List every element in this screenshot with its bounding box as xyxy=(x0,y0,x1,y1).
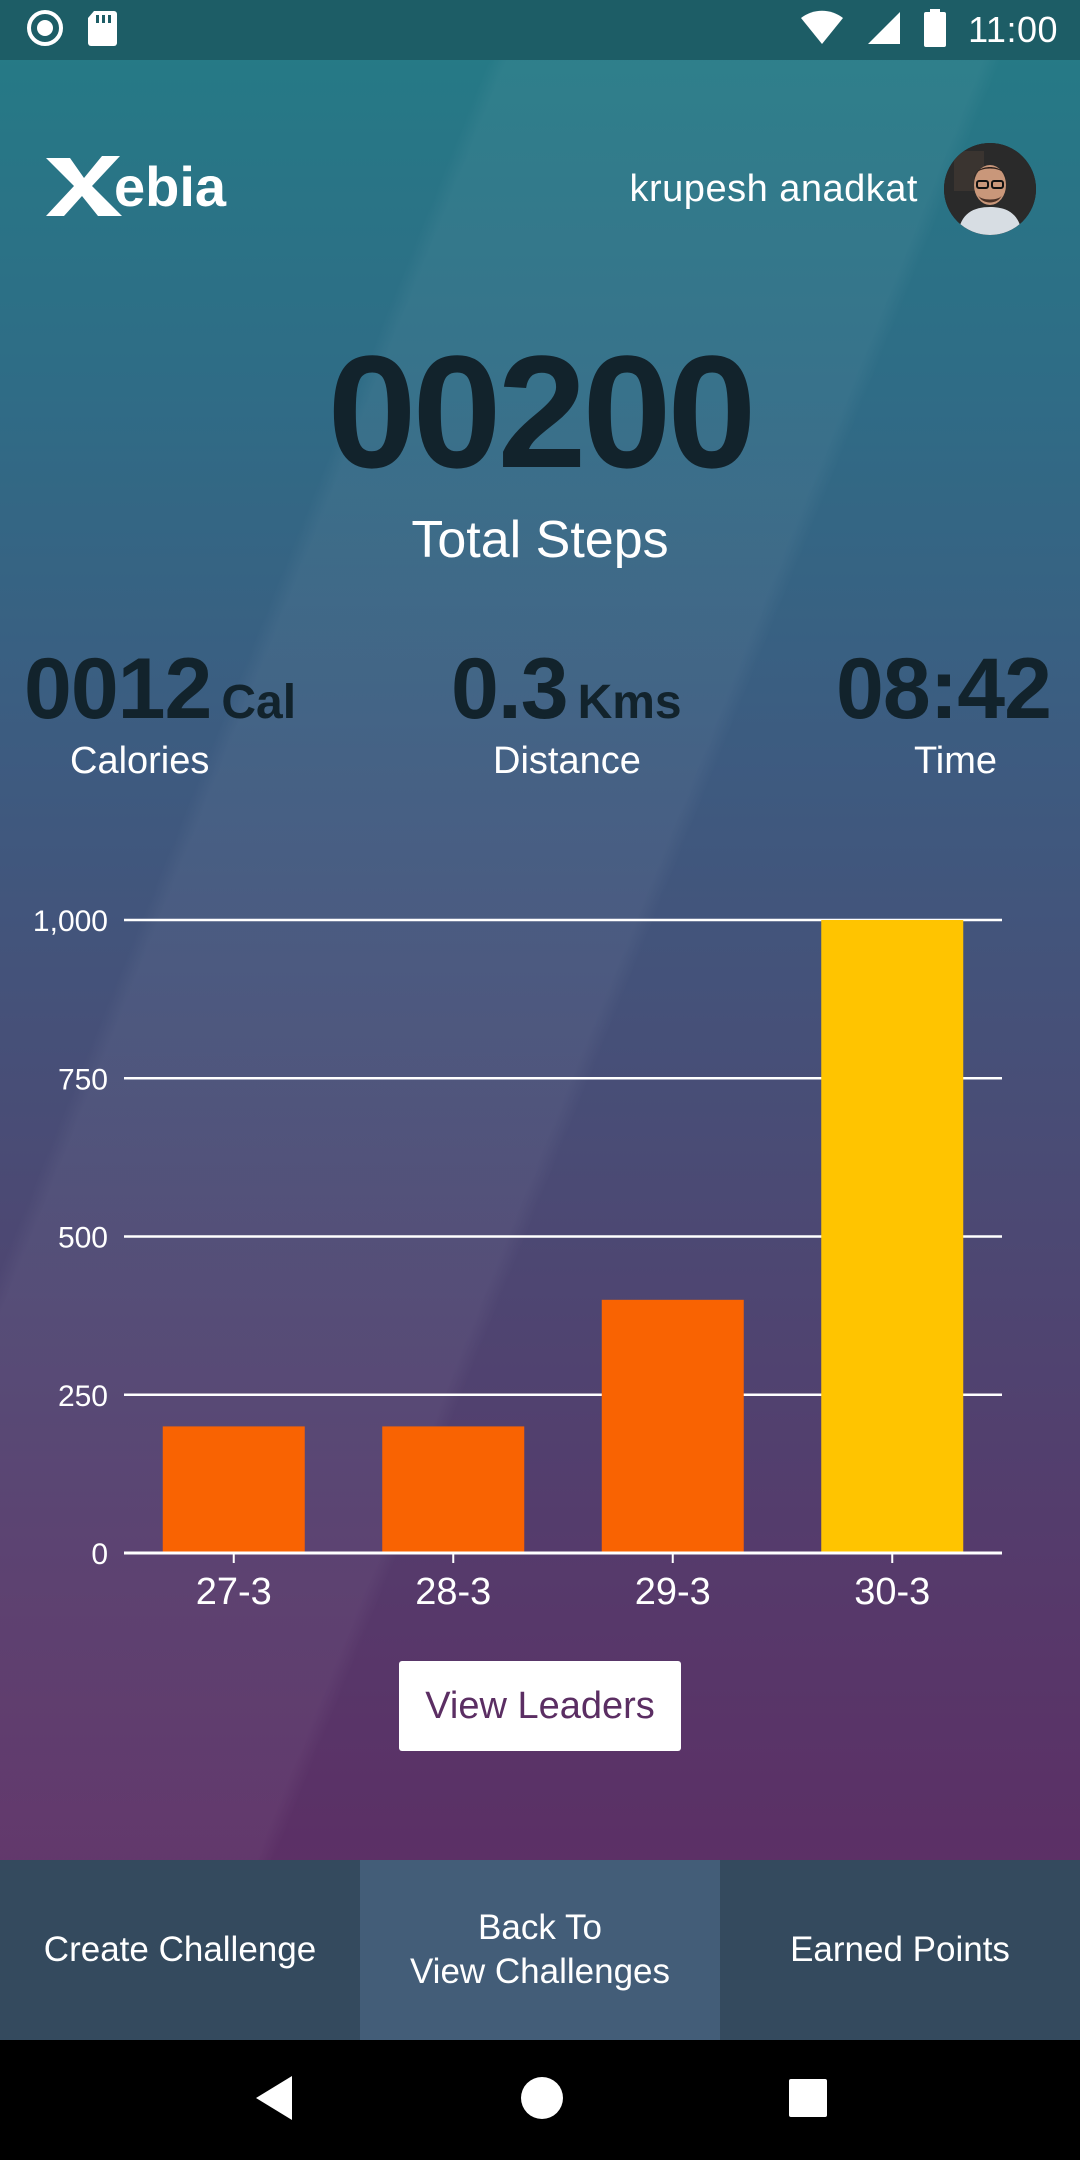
bar xyxy=(821,920,964,1553)
sd-card-icon xyxy=(86,9,118,52)
tab-earned-points-label: Earned Points xyxy=(790,1930,1010,1969)
view-leaders-button[interactable]: View Leaders xyxy=(399,1661,681,1751)
app-screen: 11:00 ebia krupesh anadkat 00200 Total S… xyxy=(0,0,1080,2160)
svg-text:ebia: ebia xyxy=(114,155,227,218)
user-name: krupesh anadkat xyxy=(629,168,918,210)
distance-label: Distance xyxy=(493,740,641,782)
total-steps-value: 00200 xyxy=(327,322,757,501)
y-tick-label: 0 xyxy=(91,1538,108,1571)
back-icon[interactable] xyxy=(252,2074,296,2127)
bar xyxy=(382,1426,525,1553)
time-value: 08:42 xyxy=(836,641,1052,737)
distance-value: 0.3 xyxy=(451,641,569,737)
record-icon xyxy=(26,9,64,52)
time-stat: 08:42 Time xyxy=(836,640,1052,782)
recents-icon[interactable] xyxy=(788,2078,828,2123)
x-tick-label: 28-3 xyxy=(415,1571,491,1613)
calories-unit: Cal xyxy=(221,676,297,729)
tab-create-challenge-label: Create Challenge xyxy=(43,1930,317,1969)
user-avatar[interactable] xyxy=(944,143,1036,235)
status-time: 11:00 xyxy=(968,9,1058,50)
x-tick-label: 30-3 xyxy=(854,1571,930,1613)
y-tick-label: 500 xyxy=(58,1222,108,1255)
x-tick-label: 29-3 xyxy=(635,1571,711,1613)
bar xyxy=(162,1426,305,1553)
battery-icon xyxy=(924,8,947,52)
system-nav-bar xyxy=(0,2040,1080,2160)
calories-stat: 0012 Cal Calories xyxy=(24,640,297,782)
cellular-signal-icon xyxy=(866,10,902,51)
tab-earned-points[interactable]: Earned Points xyxy=(720,1860,1080,2040)
home-icon[interactable] xyxy=(520,2076,564,2125)
total-steps-label: Total Steps xyxy=(411,511,669,569)
calories-label: Calories xyxy=(70,740,210,782)
tab-back-to-view-challenges-label: Back To View Challenges xyxy=(409,1908,671,1991)
x-tick-label: 27-3 xyxy=(196,1571,272,1613)
bar xyxy=(601,1299,744,1553)
distance-unit: Kms xyxy=(577,676,682,729)
time-label: Time xyxy=(914,740,998,782)
calories-value: 0012 xyxy=(24,641,212,737)
distance-stat: 0.3 Kms Distance xyxy=(451,640,682,782)
tab-back-to-view-challenges[interactable]: Back To View Challenges xyxy=(360,1860,720,2040)
y-tick-label: 750 xyxy=(58,1063,108,1096)
bottom-tab-bar: Create Challenge Back To View Challenges… xyxy=(0,1860,1080,2040)
y-tick-label: 1,000 xyxy=(33,905,108,938)
status-bar: 11:00 xyxy=(0,0,1080,60)
wifi-icon xyxy=(800,10,844,51)
steps-bar-chart: 0 250 500 750 1,000 27-3 28-3 29-3 30-3 xyxy=(33,905,1002,1613)
xebia-logo: ebia xyxy=(44,150,254,220)
y-tick-label: 250 xyxy=(58,1380,108,1413)
tab-create-challenge[interactable]: Create Challenge xyxy=(0,1860,360,2040)
